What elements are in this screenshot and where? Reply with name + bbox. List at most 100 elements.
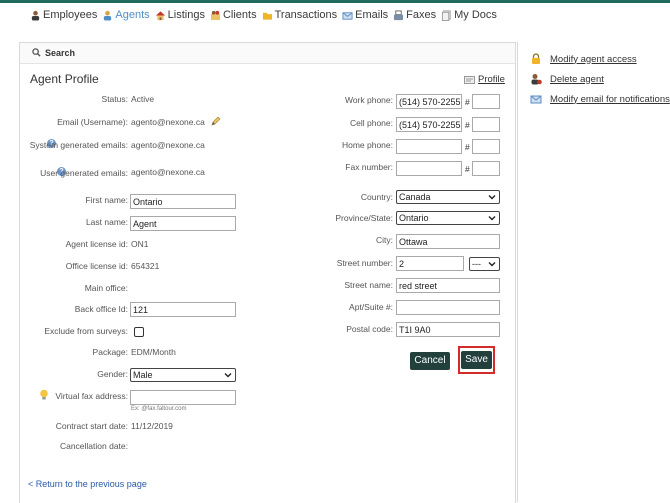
search-icon bbox=[32, 48, 41, 57]
save-button[interactable]: Save bbox=[461, 351, 492, 369]
office-license-label: Office license id: bbox=[65, 261, 128, 271]
envelope-icon bbox=[342, 11, 353, 20]
clients-icon bbox=[210, 10, 221, 20]
back-office-label: Back office Id: bbox=[74, 304, 128, 314]
work-phone-label: Work phone: bbox=[344, 95, 393, 105]
fax-number-ext-input[interactable] bbox=[472, 161, 500, 176]
province-select-value: Ontario bbox=[399, 213, 429, 223]
main-office-label: Main office: bbox=[84, 283, 128, 293]
chevron-down-icon bbox=[488, 262, 496, 267]
first-name-label: First name: bbox=[85, 195, 128, 205]
fax-number-ext-hash: # bbox=[465, 164, 470, 174]
user-emails-label: User generated emails: bbox=[40, 168, 128, 178]
edit-pencil-icon[interactable] bbox=[210, 116, 221, 127]
nav-my-docs-label: My Docs bbox=[454, 9, 497, 21]
postal-code-input[interactable]: T1I 9A0 bbox=[396, 322, 500, 337]
status-label: Status: bbox=[101, 94, 128, 104]
cell-phone-label: Cell phone: bbox=[349, 118, 393, 128]
gender-select-value: Male bbox=[133, 370, 153, 380]
back-office-input[interactable]: 121 bbox=[130, 302, 236, 317]
house-icon bbox=[155, 10, 165, 20]
email-label: Email (Username): bbox=[57, 117, 128, 127]
province-label: Province/State: bbox=[335, 213, 393, 223]
fax-number-label: Fax number: bbox=[345, 162, 393, 172]
profile-link-label: Profile bbox=[478, 74, 505, 85]
home-phone-ext-hash: # bbox=[465, 142, 470, 152]
lock-icon bbox=[532, 53, 540, 64]
first-name-input[interactable]: Ontario bbox=[130, 194, 236, 209]
office-license-value: 654321 bbox=[131, 261, 160, 271]
nav-transactions-label: Transactions bbox=[274, 9, 338, 21]
agents-icon bbox=[104, 10, 112, 21]
delete-user-icon bbox=[531, 74, 542, 85]
documents-icon bbox=[442, 9, 451, 21]
employees-icon bbox=[31, 10, 40, 21]
street-number-input[interactable]: 2 bbox=[396, 256, 464, 271]
page-title: Agent Profile bbox=[30, 72, 99, 86]
nav-my-docs[interactable]: My Docs bbox=[441, 9, 497, 21]
home-phone-ext-input[interactable] bbox=[472, 139, 500, 154]
package-label: Package: bbox=[92, 347, 128, 357]
chevron-down-icon bbox=[488, 216, 496, 221]
virtual-fax-label: Virtual fax address: bbox=[55, 391, 128, 401]
nav-emails[interactable]: Emails bbox=[342, 9, 388, 21]
system-emails-label: System generated emails: bbox=[29, 140, 128, 150]
envelope-icon bbox=[530, 95, 542, 104]
gender-select[interactable]: Male bbox=[130, 368, 236, 382]
province-select[interactable]: Ontario bbox=[396, 211, 500, 225]
apt-input[interactable] bbox=[396, 300, 500, 315]
chevron-down-icon bbox=[224, 373, 232, 378]
system-emails-value: agento@nexone.ca bbox=[131, 140, 205, 150]
chevron-down-icon bbox=[488, 195, 496, 200]
modify-email-notifications-link[interactable]: Modify email for notifications bbox=[530, 93, 670, 105]
home-phone-input[interactable] bbox=[396, 139, 462, 154]
modify-agent-access-link[interactable]: Modify agent access bbox=[530, 53, 637, 65]
profile-link[interactable]: Profile bbox=[464, 74, 505, 85]
country-label: Country: bbox=[360, 192, 393, 202]
nav-transactions[interactable]: Transactions bbox=[262, 9, 338, 21]
country-select[interactable]: Canada bbox=[396, 190, 500, 204]
last-name-input[interactable]: Agent bbox=[130, 216, 236, 231]
last-name-label: Last name: bbox=[85, 217, 128, 227]
nav-clients[interactable]: Clients bbox=[210, 9, 257, 21]
home-phone-label: Home phone: bbox=[341, 140, 393, 150]
fax-number-input[interactable] bbox=[396, 161, 462, 176]
street-suffix-select[interactable]: --- bbox=[469, 257, 500, 271]
modify-email-notifications-label: Modify email for notifications bbox=[550, 93, 670, 105]
nav-agents-label: Agents bbox=[115, 9, 150, 21]
top-accent-bar bbox=[0, 0, 670, 3]
status-value: Active bbox=[131, 94, 155, 104]
apt-label: Apt/Suite #: bbox=[349, 302, 393, 312]
cell-phone-ext-input[interactable] bbox=[472, 117, 500, 132]
search-bar[interactable]: Search bbox=[20, 43, 515, 64]
agent-profile-panel: Search Agent Profile Profile Status: Act… bbox=[19, 42, 516, 503]
delete-agent-label: Delete agent bbox=[550, 73, 604, 85]
city-label: City: bbox=[376, 235, 393, 245]
work-phone-ext-input[interactable] bbox=[472, 94, 500, 109]
nav-clients-label: Clients bbox=[222, 9, 257, 21]
street-suffix-value: --- bbox=[472, 259, 481, 269]
work-phone-input[interactable]: (514) 570-2255 bbox=[396, 94, 462, 109]
agent-license-value: ON1 bbox=[131, 239, 149, 249]
exclude-surveys-checkbox[interactable] bbox=[134, 327, 144, 337]
street-name-label: Street name: bbox=[344, 280, 393, 290]
return-link[interactable]: < Return to the previous page bbox=[28, 479, 147, 489]
email-value: agento@nexone.ca bbox=[131, 117, 205, 127]
main-nav: Employees Agents Listings Clients Transa… bbox=[30, 8, 502, 22]
street-name-input[interactable]: red street bbox=[396, 278, 500, 293]
folder-icon bbox=[262, 12, 272, 20]
nav-faxes-label: Faxes bbox=[406, 9, 437, 21]
contract-start-value: 11/12/2019 bbox=[131, 421, 173, 431]
nav-employees-label: Employees bbox=[43, 9, 98, 21]
city-input[interactable]: Ottawa bbox=[396, 234, 500, 249]
gender-label: Gender: bbox=[97, 369, 128, 379]
nav-employees[interactable]: Employees bbox=[30, 9, 97, 21]
nav-faxes[interactable]: Faxes bbox=[393, 9, 436, 21]
cell-phone-input[interactable]: (514) 570-2255 bbox=[396, 117, 462, 132]
virtual-fax-input[interactable] bbox=[130, 390, 236, 405]
nav-agents[interactable]: Agents bbox=[102, 9, 150, 21]
nav-emails-label: Emails bbox=[355, 9, 389, 21]
delete-agent-link[interactable]: Delete agent bbox=[530, 73, 604, 85]
cancel-button[interactable]: Cancel bbox=[410, 352, 450, 370]
nav-listings[interactable]: Listings bbox=[155, 9, 205, 21]
